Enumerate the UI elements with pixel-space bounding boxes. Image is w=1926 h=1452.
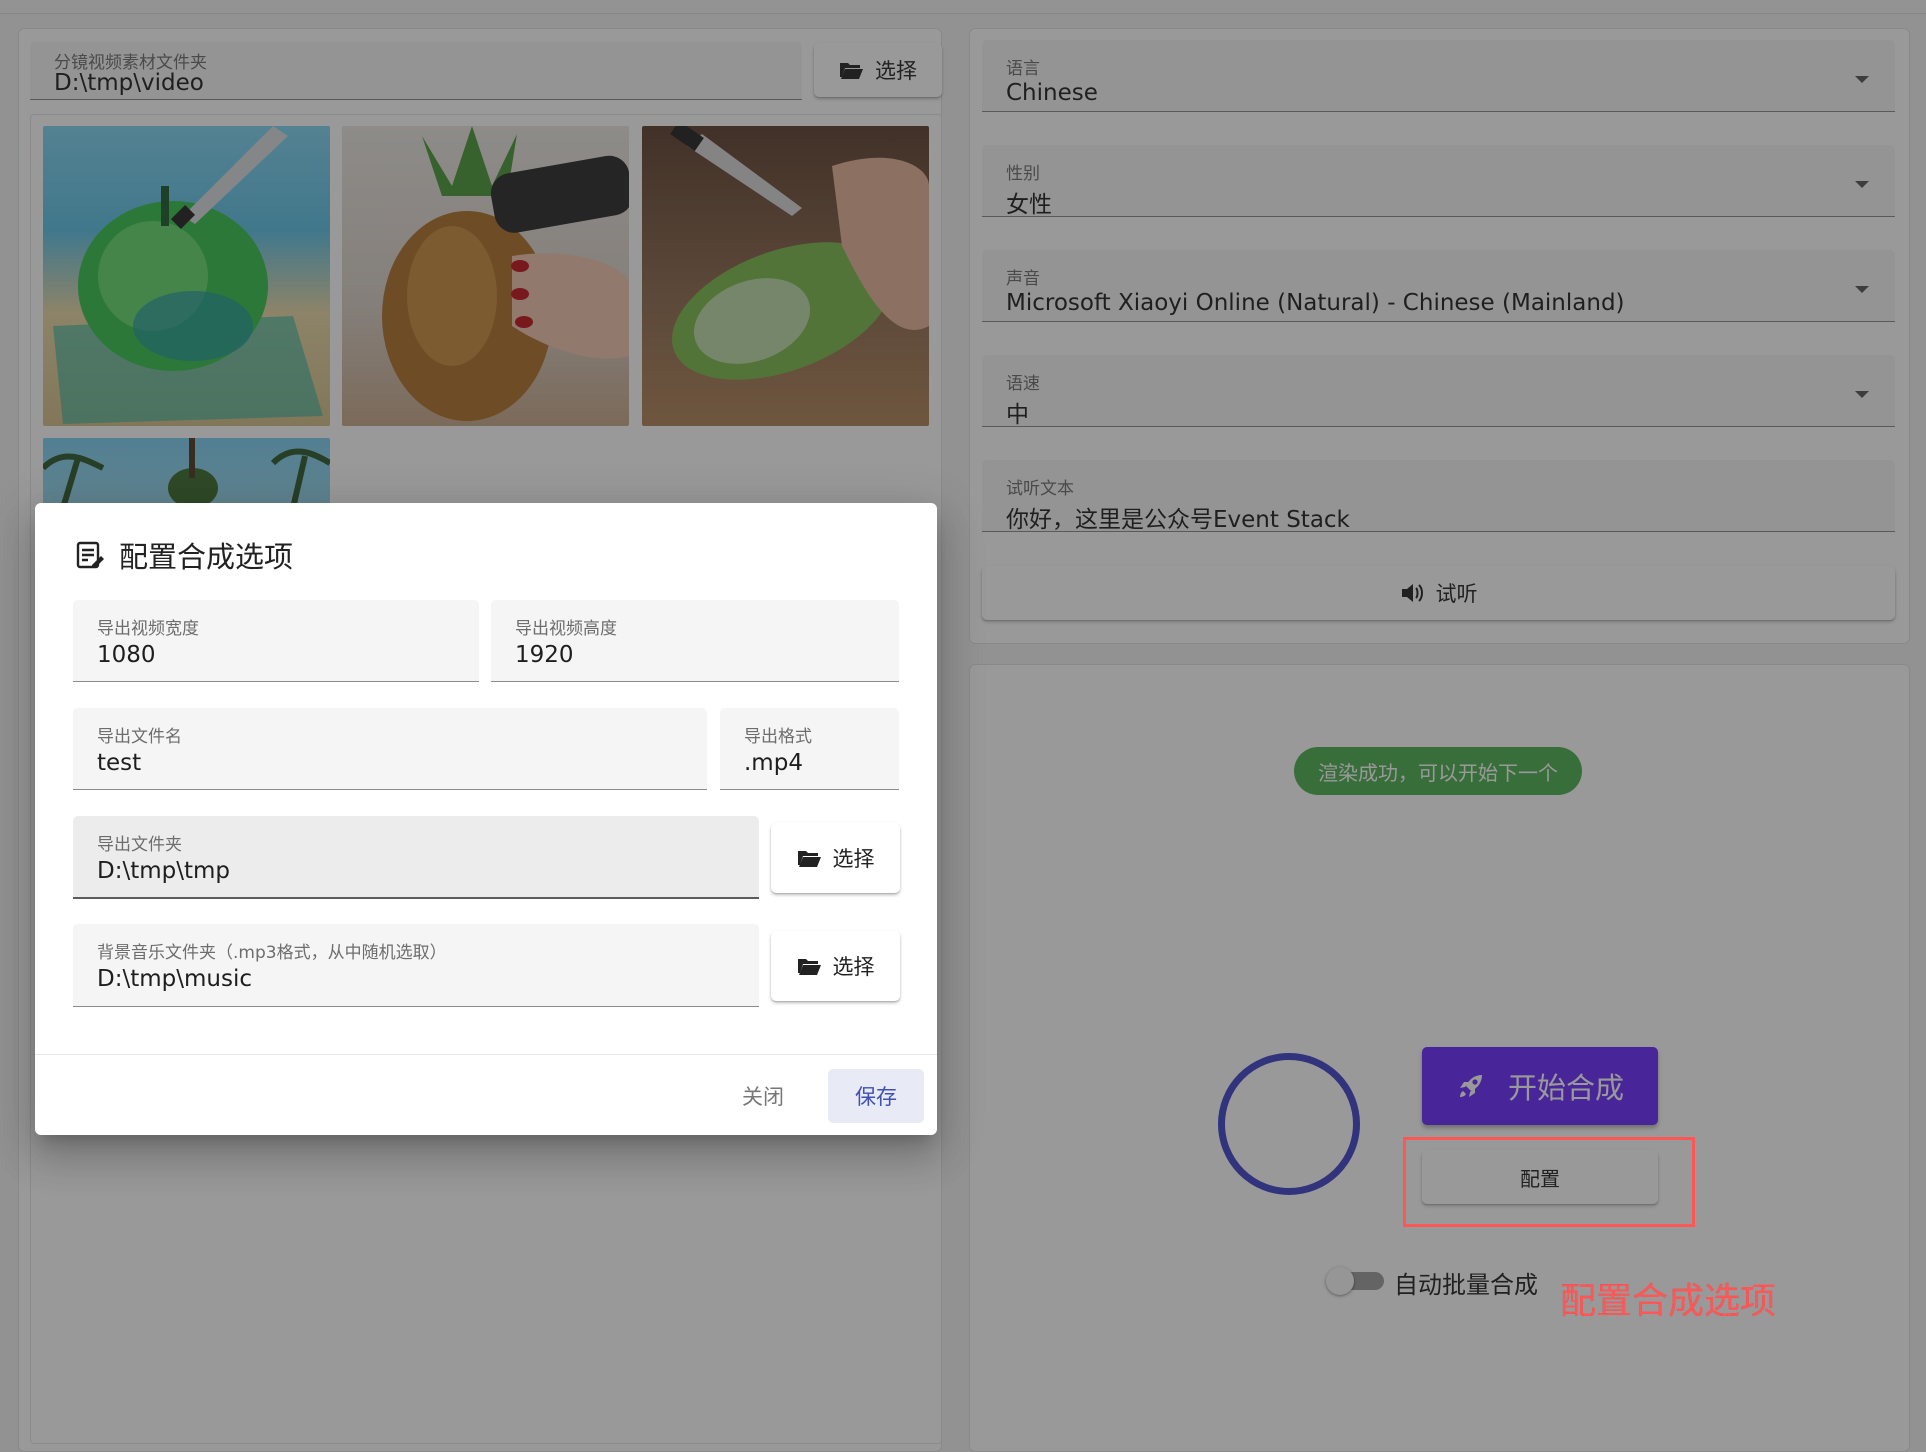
close-button[interactable]: 关闭 [715,1069,811,1123]
export-filename-label: 导出文件名 [97,727,182,747]
dialog-title-text: 配置合成选项 [119,540,294,574]
output-folder-label: 导出文件夹 [97,835,182,855]
folder-open-icon [797,959,821,975]
annotation-text-overlay: 配置合成选项 [1560,1281,1777,1322]
export-width-field[interactable]: 导出视频宽度 1080 [73,600,479,682]
close-button-label: 关闭 [742,1085,784,1109]
select-output-folder-label: 选择 [832,847,875,871]
save-button[interactable]: 保存 [828,1069,924,1123]
export-format-label: 导出格式 [744,727,812,747]
select-music-folder-label: 选择 [832,955,875,979]
music-folder-label: 背景音乐文件夹（.mp3格式，从中随机选取） [97,943,447,963]
select-music-folder-button[interactable]: 选择 [771,931,900,1001]
select-output-folder-button[interactable]: 选择 [771,823,900,893]
export-height-value: 1920 [515,642,574,668]
config-dialog: 配置合成选项 导出视频宽度 1080 导出视频高度 1920 导出文件名 tes… [35,503,937,1135]
export-filename-value: test [97,750,142,776]
export-format-field[interactable]: 导出格式 .mp4 [720,708,899,790]
output-folder-field[interactable]: 导出文件夹 D:\tmp\tmp [73,816,759,899]
music-folder-field[interactable]: 背景音乐文件夹（.mp3格式，从中随机选取） D:\tmp\music [73,924,759,1007]
export-width-label: 导出视频宽度 [97,619,199,639]
music-folder-value: D:\tmp\music [97,966,252,992]
edit-note-icon [76,541,104,569]
export-height-label: 导出视频高度 [515,619,617,639]
highlight-box-overlay [1403,1137,1695,1227]
export-filename-field[interactable]: 导出文件名 test [73,708,707,790]
dialog-title: 配置合成选项 [75,533,293,577]
dialog-divider [35,1054,937,1055]
folder-open-icon [797,851,821,867]
export-width-value: 1080 [97,642,156,668]
export-format-value: .mp4 [744,750,803,776]
export-height-field[interactable]: 导出视频高度 1920 [491,600,899,682]
save-button-label: 保存 [855,1085,897,1109]
output-folder-value: D:\tmp\tmp [97,858,231,884]
